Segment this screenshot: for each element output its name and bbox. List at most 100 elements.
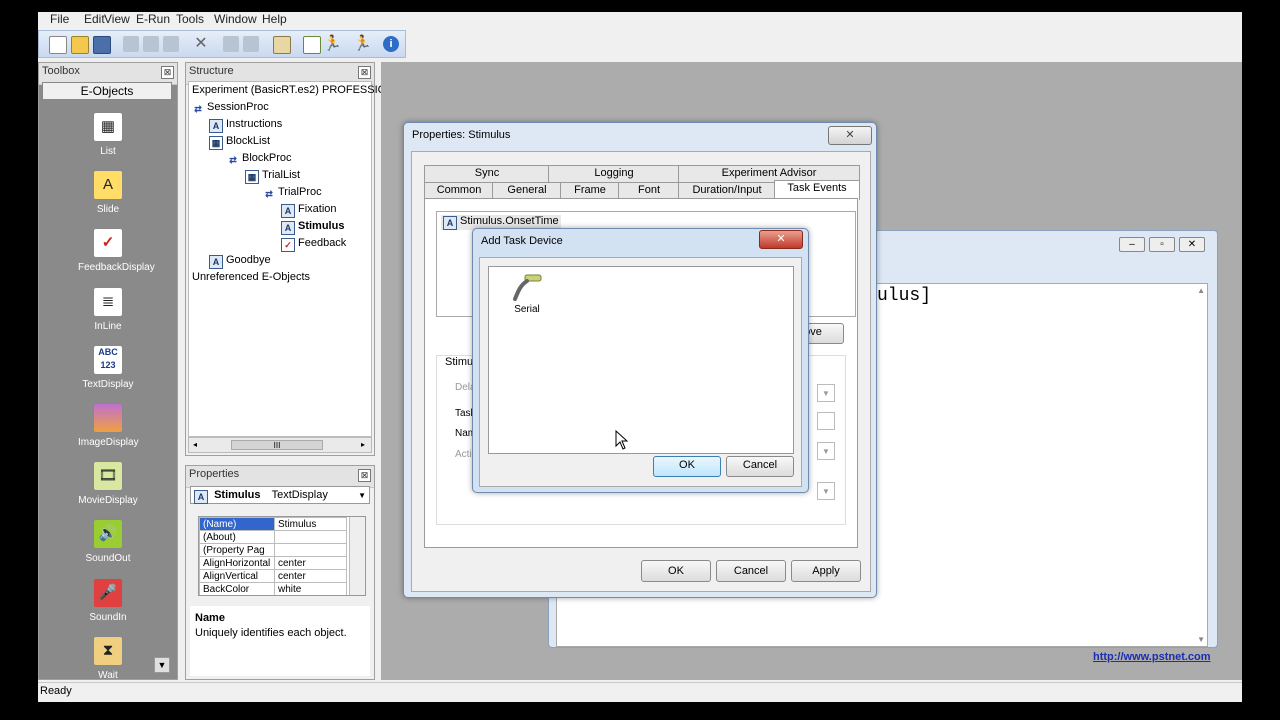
maximize-button[interactable]: ▫ — [1149, 237, 1175, 252]
tree-node-trialproc[interactable]: ⇄ TrialProc — [263, 186, 321, 200]
menu-help[interactable]: Help — [262, 12, 287, 26]
property-row[interactable]: AlignVertical center — [199, 569, 347, 583]
properties-icon[interactable] — [273, 36, 291, 54]
info-icon[interactable]: i — [383, 36, 399, 52]
structure-close-button[interactable]: ⊠ — [358, 66, 371, 79]
property-description: Name Uniquely identifies each object. — [190, 606, 370, 676]
tool-textdisplay[interactable]: ABC 123 TextDisplay — [78, 345, 138, 390]
tab-task-events[interactable]: Task Events — [774, 180, 860, 200]
structure-tree: Experiment (BasicRT.es2) PROFESSIC ⇄ Sess… — [188, 81, 386, 437]
textdisplay-icon: A — [194, 490, 208, 504]
tree-node-instructions[interactable]: A Instructions — [209, 118, 282, 133]
status-bar: Ready — [38, 682, 1242, 700]
object-selector[interactable]: A Stimulus TextDisplay ▼ — [190, 486, 370, 504]
property-row[interactable]: (Property Pag — [199, 543, 347, 557]
property-row[interactable]: (About) — [199, 530, 347, 544]
scroll-down-button[interactable]: ▼ — [154, 657, 170, 673]
tree-node-feedback[interactable]: ✓ Feedback — [281, 237, 346, 252]
property-row[interactable]: BackColor white — [199, 582, 347, 595]
structure-panel: Structure ⊠ Experiment (BasicRT.es2) PRO… — [185, 62, 386, 456]
pstnet-link[interactable]: http://www.pstnet.com — [1093, 651, 1211, 663]
menu-file[interactable]: File — [50, 12, 69, 26]
structure-hscrollbar[interactable]: ◂ III ▸ — [188, 437, 372, 453]
tree-node-triallist[interactable]: ▦ TrialList — [245, 169, 300, 184]
list-icon: ▦ — [245, 170, 259, 184]
tree-node-stimulus[interactable]: A Stimulus — [281, 220, 344, 235]
property-grid: (Name) Stimulus (About) (Property Pag Ali… — [198, 516, 366, 596]
tab-logging[interactable]: Logging — [548, 165, 680, 183]
event-settings-label: Stimul — [445, 356, 476, 368]
tree-root[interactable]: Experiment (BasicRT.es2) PROFESSIC — [192, 84, 386, 96]
tool-imagedisplay[interactable]: ImageDisplay — [78, 403, 139, 448]
save-icon[interactable] — [93, 36, 111, 54]
tree-node-blocklist[interactable]: ▦ BlockList — [209, 135, 270, 150]
description-text: Uniquely identifies each object. — [195, 627, 347, 639]
tool-soundout[interactable]: 🔊 SoundOut — [78, 519, 138, 564]
inline-icon: ≣ — [93, 287, 123, 317]
cut-icon[interactable] — [123, 36, 139, 52]
property-row[interactable]: (Name) Stimulus — [199, 517, 347, 531]
procedure-icon: ⇄ — [229, 155, 237, 165]
generate-icon[interactable] — [303, 36, 321, 54]
paste-icon[interactable] — [163, 36, 179, 52]
menu-e-run[interactable]: E-Run — [136, 12, 170, 26]
dropdown-arrow-icon[interactable]: ▼ — [817, 384, 835, 402]
run-test-icon[interactable]: 🏃 — [353, 36, 372, 52]
tree-node-goodbye[interactable]: A Goodbye — [209, 254, 271, 269]
properties-dialog-close-button[interactable]: ✕ — [828, 126, 872, 145]
minimize-button[interactable]: – — [1119, 237, 1145, 252]
tool-slide[interactable]: A Slide — [78, 170, 138, 215]
redo-icon[interactable] — [243, 36, 259, 52]
tool-inline[interactable]: ≣ InLine — [78, 287, 138, 332]
scroll-up-icon[interactable]: ▲ — [1197, 286, 1205, 295]
textdisplay-icon: A — [209, 119, 223, 133]
toolbox-tab-e-objects[interactable]: E-Objects — [42, 82, 172, 100]
scroll-right-icon[interactable]: ▸ — [361, 440, 365, 449]
dropdown-arrow-icon[interactable]: ▼ — [817, 482, 835, 500]
new-icon[interactable] — [49, 36, 67, 54]
scroll-down-icon[interactable]: ▼ — [1197, 635, 1205, 644]
apply-button[interactable]: Apply — [791, 560, 861, 582]
add-device-ok-button[interactable]: OK — [653, 456, 721, 477]
tool-feedbackdisplay[interactable]: ✓ FeedbackDisplay — [78, 228, 155, 273]
tab-sync[interactable]: Sync — [424, 165, 550, 183]
tree-node-unreferenced[interactable]: Unreferenced E-Objects — [192, 271, 310, 283]
menu-edit[interactable]: Edit — [84, 12, 105, 26]
object-name: Stimulus — [214, 489, 261, 501]
properties-panel: Properties ⊠ A Stimulus TextDisplay ▼ (N… — [185, 465, 375, 680]
tool-wait[interactable]: ⧗ Wait — [78, 636, 138, 681]
scroll-left-icon[interactable]: ◂ — [193, 440, 197, 449]
tool-soundin[interactable]: 🎤 SoundIn — [78, 578, 138, 623]
tool-list[interactable]: ▦ List — [78, 112, 138, 157]
menu-tools[interactable]: Tools — [176, 12, 204, 26]
device-serial[interactable]: Serial — [507, 273, 547, 315]
add-device-cancel-button[interactable]: Cancel — [726, 456, 794, 477]
cancel-button[interactable]: Cancel — [716, 560, 786, 582]
textdisplay-icon: ABC 123 — [93, 345, 123, 375]
tree-node-blockproc[interactable]: ⇄ BlockProc — [227, 152, 291, 166]
copy-icon[interactable] — [143, 36, 159, 52]
dropdown-arrow-icon[interactable]: ▼ — [817, 442, 835, 460]
open-icon[interactable] — [71, 36, 89, 54]
properties-close-button[interactable]: ⊠ — [358, 469, 371, 482]
device-list[interactable]: Serial — [488, 266, 794, 454]
property-row[interactable]: AlignHorizontal center — [199, 556, 347, 570]
add-task-device-body: Serial OK Cancel — [479, 257, 802, 487]
undo-icon[interactable] — [223, 36, 239, 52]
ok-button[interactable]: OK — [641, 560, 711, 582]
tree-node-sessionproc[interactable]: ⇄ SessionProc — [192, 101, 269, 115]
menu-view[interactable]: View — [104, 12, 130, 26]
run-icon[interactable]: 🏃 — [323, 36, 342, 52]
toolbar: ✕ 🏃 🏃 i — [38, 30, 406, 58]
delete-icon[interactable]: ✕ — [193, 36, 209, 52]
menu-window[interactable]: Window — [214, 12, 257, 26]
scroll-thumb[interactable]: III — [231, 440, 323, 450]
add-task-device-close-button[interactable]: ✕ — [759, 230, 803, 249]
close-button[interactable]: ✕ — [1179, 237, 1205, 252]
field-box[interactable] — [817, 412, 835, 430]
property-grid-scrollbar[interactable] — [349, 517, 365, 595]
tree-node-fixation[interactable]: A Fixation — [281, 203, 337, 218]
toolbox-close-button[interactable]: ⊠ — [161, 66, 174, 79]
tool-moviedisplay[interactable]: 🎞 MovieDisplay — [78, 461, 138, 506]
imagedisplay-icon — [93, 403, 123, 433]
